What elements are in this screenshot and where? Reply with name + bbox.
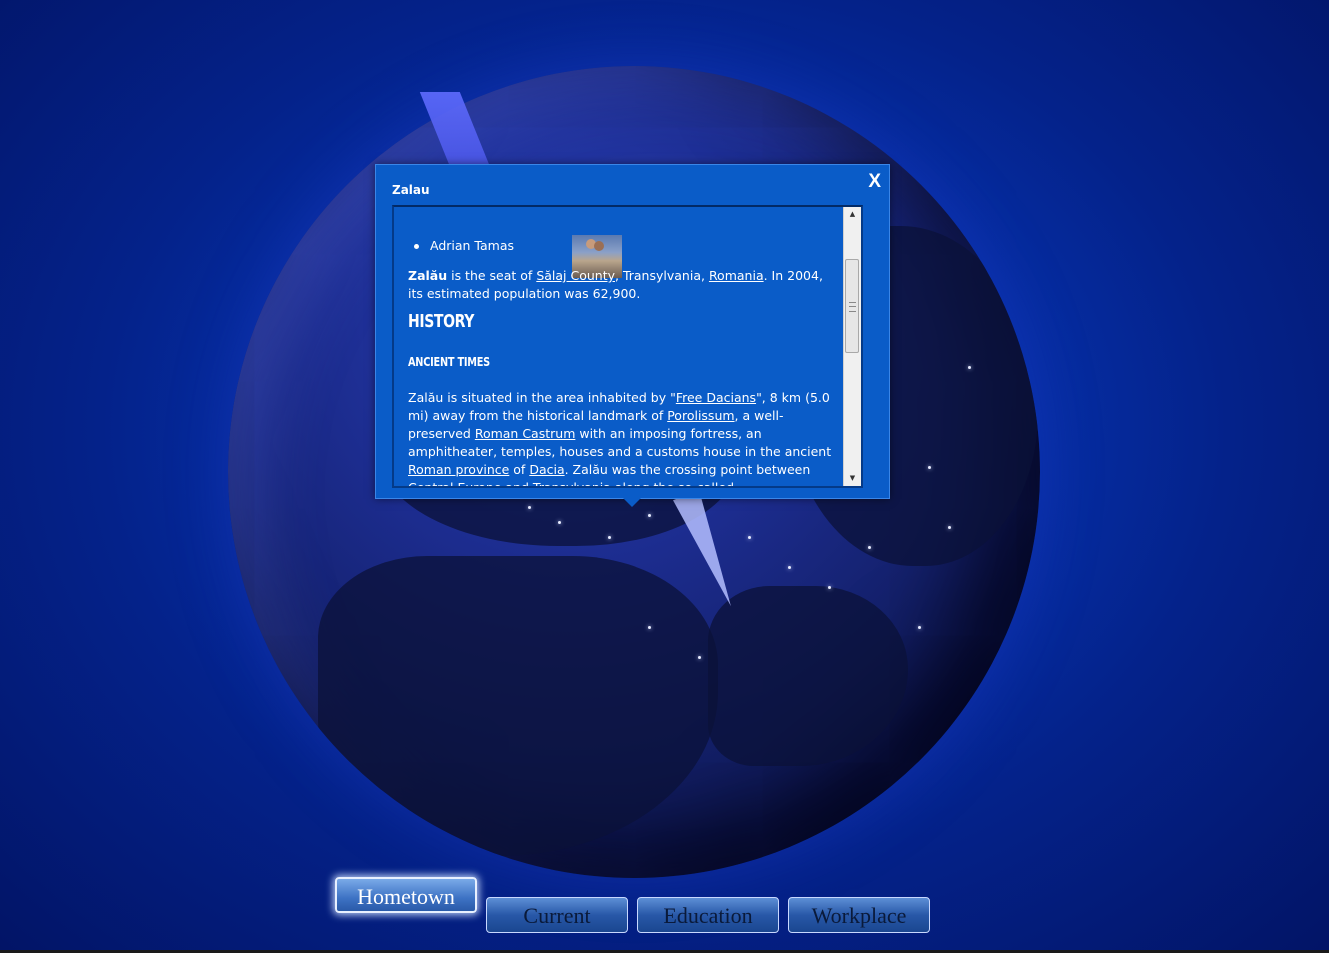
middle-east-landmass [708, 586, 908, 766]
tab-current[interactable]: Current [486, 897, 628, 933]
romania-link[interactable]: Romania [709, 268, 764, 283]
ancient-times-heading-text: Ancient times [408, 354, 490, 369]
porolissum-link[interactable]: Porolissum [667, 408, 734, 423]
city-light [828, 586, 831, 589]
city-name-bold: Zalău [408, 268, 448, 283]
city-light [528, 506, 531, 509]
city-light [948, 526, 951, 529]
roman-province-link[interactable]: Roman province [408, 462, 509, 477]
city-light [968, 366, 971, 369]
scroll-thumb[interactable] [845, 259, 859, 353]
close-button[interactable]: X [868, 171, 881, 193]
city-light [698, 656, 701, 659]
history-heading: History [408, 313, 474, 331]
ancient-text: Zalău is situated in the area inhabited … [408, 390, 676, 405]
popup-content[interactable]: Adrian Tamas Zalău is the seat of Sălaj … [394, 207, 842, 486]
content-scrollbar[interactable]: ▲ ▼ [843, 207, 861, 486]
intro-paragraph: Zalău is the seat of Sălaj County, Trans… [408, 267, 836, 303]
city-light [918, 626, 921, 629]
intro-text: is the seat of [447, 268, 537, 283]
tab-workplace[interactable]: Workplace [788, 897, 930, 933]
location-info-popup: Zalau X Adrian Tamas Zalău is the seat o… [375, 164, 890, 499]
dacia-link[interactable]: Dacia [529, 462, 564, 477]
scroll-down-arrow-icon[interactable]: ▼ [844, 471, 861, 486]
popup-pointer [622, 497, 642, 507]
city-light [788, 566, 791, 569]
salaj-county-link[interactable]: Sălaj County [536, 268, 615, 283]
city-light [648, 514, 651, 517]
popup-content-frame: Adrian Tamas Zalău is the seat of Sălaj … [392, 205, 863, 488]
intro-text: , Transylvania, [615, 268, 709, 283]
friend-name: Adrian Tamas [430, 238, 515, 253]
city-light [748, 536, 751, 539]
friend-list-item: Adrian Tamas [414, 235, 622, 278]
free-dacians-link[interactable]: Free Dacians [676, 390, 756, 405]
roman-castrum-link[interactable]: Roman Castrum [475, 426, 576, 441]
bullet-icon [414, 244, 419, 249]
city-light [928, 466, 931, 469]
city-light [648, 626, 651, 629]
africa-landmass [318, 556, 718, 856]
city-light [608, 536, 611, 539]
grip-icon [849, 302, 856, 312]
popup-title: Zalau [392, 183, 430, 197]
ancient-times-heading: Ancient times [408, 353, 490, 371]
scroll-up-arrow-icon[interactable]: ▲ [844, 207, 861, 222]
tab-education[interactable]: Education [637, 897, 779, 933]
ancient-text: of [509, 462, 530, 477]
history-heading-text: History [408, 311, 475, 332]
city-light [868, 546, 871, 549]
city-light [558, 521, 561, 524]
tab-hometown[interactable]: Hometown [335, 877, 477, 913]
ancient-paragraph: Zalău is situated in the area inhabited … [408, 389, 836, 486]
